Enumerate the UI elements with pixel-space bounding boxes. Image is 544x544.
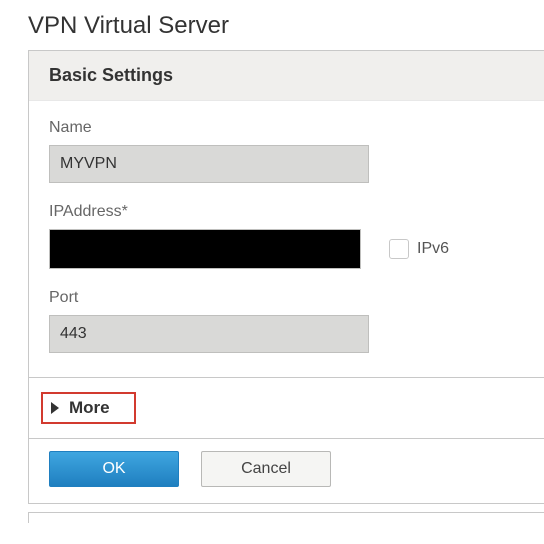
panel-header-text: Basic Settings xyxy=(49,65,173,85)
ipaddress-input-edge xyxy=(360,229,369,269)
panel-header: Basic Settings xyxy=(29,51,544,101)
next-panel-peek xyxy=(28,512,544,523)
more-section: More xyxy=(29,377,544,438)
ipv6-label: IPv6 xyxy=(417,240,449,258)
more-highlight: More xyxy=(41,392,136,424)
ipaddress-input[interactable] xyxy=(49,229,369,269)
caret-right-icon xyxy=(51,402,59,414)
panel-body: Name IPAddress* IPv6 Port xyxy=(29,101,544,377)
port-label: Port xyxy=(49,289,524,307)
page-title: VPN Virtual Server xyxy=(28,12,544,40)
port-field: Port xyxy=(49,289,524,353)
more-label: More xyxy=(69,398,110,418)
name-input[interactable] xyxy=(49,145,369,183)
name-field: Name xyxy=(49,119,524,183)
button-row: OK Cancel xyxy=(29,438,544,503)
name-label: Name xyxy=(49,119,524,137)
ipv6-checkbox[interactable] xyxy=(389,239,409,259)
ipaddress-label: IPAddress* xyxy=(49,203,524,221)
more-toggle[interactable]: More xyxy=(51,398,110,418)
cancel-button[interactable]: Cancel xyxy=(201,451,331,487)
ok-button[interactable]: OK xyxy=(49,451,179,487)
port-input[interactable] xyxy=(49,315,369,353)
ipaddress-field: IPAddress* IPv6 xyxy=(49,203,524,269)
basic-settings-panel: Basic Settings Name IPAddress* IPv6 xyxy=(28,50,544,504)
